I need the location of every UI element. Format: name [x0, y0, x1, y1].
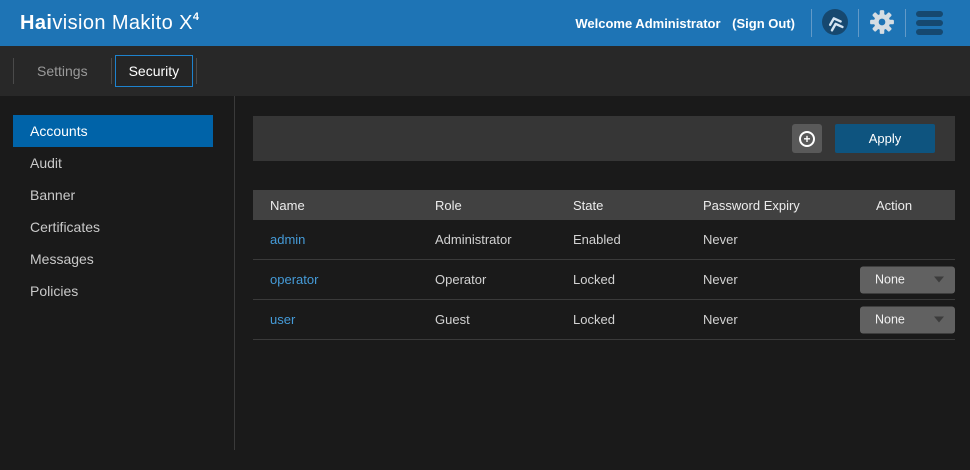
action-dropdown-user[interactable]: None	[860, 306, 955, 333]
brand-bold: Hai	[20, 12, 52, 34]
sidebar-item-certificates[interactable]: Certificates	[13, 211, 213, 243]
role-cell: Guest	[435, 312, 573, 327]
gear-icon	[869, 9, 895, 38]
stream-status-icon	[822, 9, 848, 38]
apply-button[interactable]: Apply	[835, 124, 935, 153]
column-header-password-expiry: Password Expiry	[703, 198, 876, 213]
password-expiry-cell: Never	[703, 272, 876, 287]
account-link-operator[interactable]: operator	[270, 272, 318, 287]
account-link-user[interactable]: user	[270, 312, 295, 327]
accounts-table: Name Role State Password Expiry Action a…	[253, 190, 955, 340]
tab-bar: Settings Security	[0, 46, 970, 96]
tab-divider	[111, 58, 112, 84]
brand-sup: 4	[193, 11, 200, 23]
chevron-down-icon	[934, 317, 944, 323]
action-dropdown-value: None	[875, 313, 905, 327]
brand-rest: vision Makito X	[52, 12, 193, 34]
table-row: user Guest Locked Never None	[253, 300, 955, 340]
top-bar: Haivision Makito X4 Welcome Administrato…	[0, 0, 970, 46]
accounts-panel: + Apply Name Role State Password Expiry …	[253, 96, 955, 470]
brand-logo: Haivision Makito X4	[20, 12, 199, 35]
state-cell: Locked	[573, 312, 703, 327]
main-menu-button[interactable]	[906, 0, 952, 46]
add-glyph: +	[803, 133, 810, 145]
sidebar-item-accounts[interactable]: Accounts	[13, 115, 213, 147]
state-cell: Enabled	[573, 232, 703, 247]
topbar-right-group: Welcome Administrator (Sign Out)	[575, 0, 952, 46]
column-header-role: Role	[435, 198, 573, 213]
action-dropdown-operator[interactable]: None	[860, 266, 955, 293]
tab-settings[interactable]: Settings	[14, 55, 111, 87]
hamburger-menu-icon	[916, 11, 943, 35]
account-link-admin[interactable]: admin	[270, 232, 305, 247]
sidebar-item-policies[interactable]: Policies	[13, 275, 213, 307]
column-header-state: State	[573, 198, 703, 213]
welcome-label: Welcome Administrator	[575, 16, 720, 31]
password-expiry-cell: Never	[703, 312, 876, 327]
status-button[interactable]	[812, 0, 858, 46]
sign-out-link[interactable]: (Sign Out)	[732, 16, 795, 31]
action-dropdown-value: None	[875, 273, 905, 287]
add-icon: +	[799, 131, 815, 147]
add-account-button[interactable]: +	[792, 124, 822, 153]
accounts-toolbar: + Apply	[253, 116, 955, 161]
column-header-name: Name	[253, 198, 435, 213]
chevron-down-icon	[934, 277, 944, 283]
state-cell: Locked	[573, 272, 703, 287]
column-header-action: Action	[876, 198, 955, 213]
role-cell: Operator	[435, 272, 573, 287]
sidebar-item-banner[interactable]: Banner	[13, 179, 213, 211]
table-row: operator Operator Locked Never None	[253, 260, 955, 300]
sidebar-item-audit[interactable]: Audit	[13, 147, 213, 179]
icon-divider	[811, 9, 812, 37]
role-cell: Administrator	[435, 232, 573, 247]
settings-gear-button[interactable]	[859, 0, 905, 46]
password-expiry-cell: Never	[703, 232, 876, 247]
table-row: admin Administrator Enabled Never	[253, 220, 955, 260]
icon-divider	[905, 9, 906, 37]
sidebar-item-messages[interactable]: Messages	[13, 243, 213, 275]
security-sidebar: Accounts Audit Banner Certificates Messa…	[0, 96, 235, 450]
welcome-text: Welcome Administrator (Sign Out)	[575, 16, 795, 31]
icon-divider	[858, 9, 859, 37]
content-area: Accounts Audit Banner Certificates Messa…	[0, 96, 970, 470]
table-header-row: Name Role State Password Expiry Action	[253, 190, 955, 220]
tab-security[interactable]: Security	[115, 55, 194, 87]
tab-divider	[196, 58, 197, 84]
